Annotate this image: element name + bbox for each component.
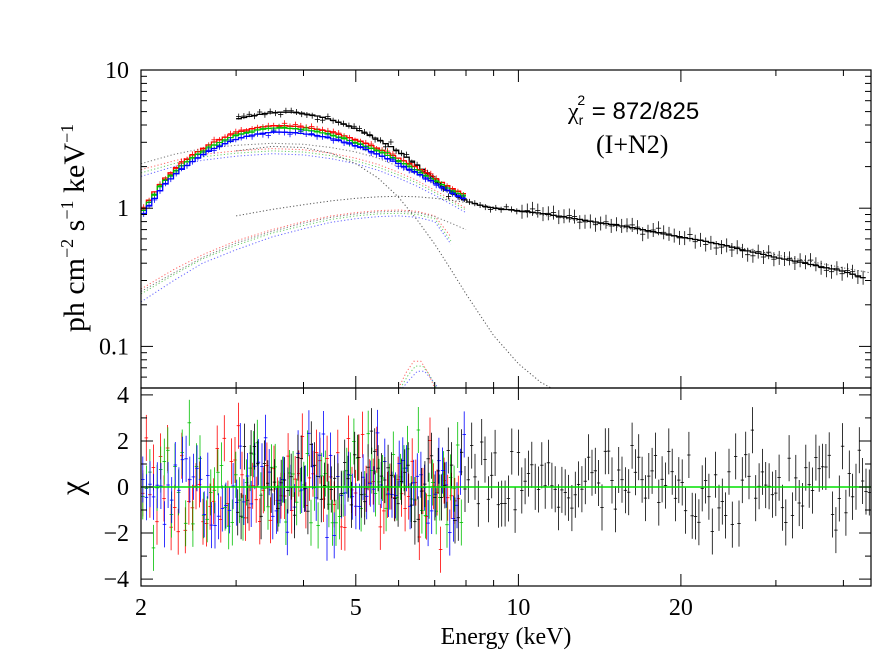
figure: 10 1 0.1 ph cm−2 s−1 keV−1 χr2 = 872/825 (… [53,58,872,650]
model-curve [400,365,437,389]
folded-model-step [141,125,466,210]
folded-model-step [141,127,466,212]
model-curve [140,212,452,295]
spectrum-frame [140,69,872,389]
data-series-3 [141,127,466,217]
folded-model-step [236,111,866,279]
y-tick-label: 1 [117,196,129,222]
residual-series-3 [236,407,871,555]
y-tick-label: 10 [105,58,129,84]
model-curve [140,210,467,292]
x-tick-label: 5 [350,595,362,621]
x-axis-label: Energy (keV) [441,624,572,650]
spectrum-ylabel: ph cm−2 s−1 keV−1 [57,124,91,332]
model-curve [140,209,452,290]
y-tick-label: 0.1 [99,334,129,360]
x-tick-label: 10 [506,595,530,621]
residual-panel: 420−2−42 5 10 20 χ Energy (keV) [53,383,872,650]
model-annotation: (I+N2) [596,130,668,159]
model-curve [236,145,552,389]
chi-square-annotation: χr2 = 872/825 [567,92,699,128]
folded-model-step [141,131,466,215]
model-curve [140,215,452,303]
model-curve [402,370,439,389]
spectrum-ticks: 10 1 0.1 [99,58,871,389]
residual-ylabel: χ [53,480,89,496]
x-tick-label: 20 [669,595,693,621]
y-tick-label: 4 [117,383,129,409]
model-curves [140,142,872,389]
y-tick-label: −2 [103,521,129,547]
y-tick-label: 0 [117,475,129,501]
spectrum-panel: 10 1 0.1 ph cm−2 s−1 keV−1 χr2 = 872/825 (… [57,58,872,389]
y-tick-label: 2 [117,429,129,455]
y-tick-label: −4 [103,567,129,593]
x-tick-label: 2 [135,595,147,621]
data-series [141,107,866,285]
